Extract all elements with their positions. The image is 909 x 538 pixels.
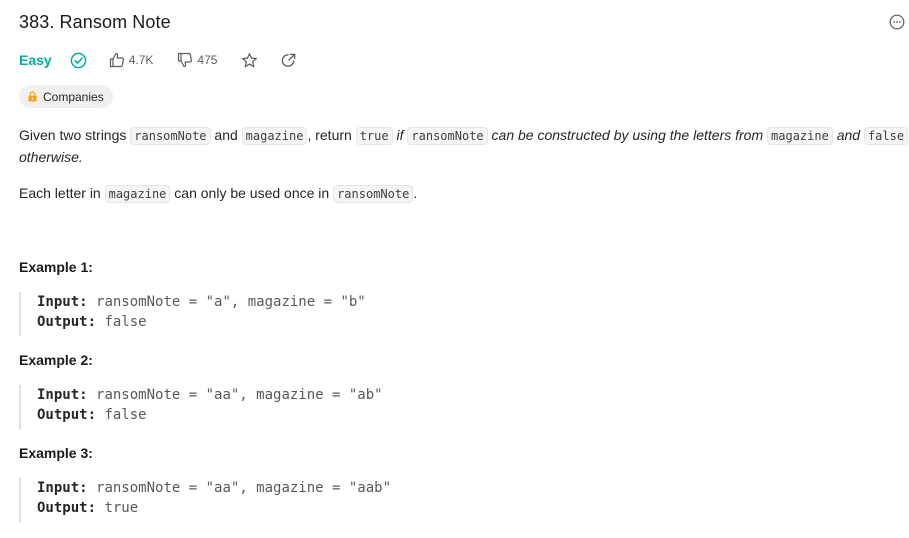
text: if — [392, 127, 408, 143]
problem-meta-row: Easy 4.7K 475 — [19, 50, 319, 70]
difficulty-badge: Easy — [19, 52, 52, 68]
output-value: false — [104, 407, 147, 423]
like-button[interactable]: 4.7K — [109, 52, 154, 68]
description-paragraph-2: Each letter in magazine can only be used… — [19, 182, 417, 205]
description-paragraph-1: Given two strings ransomNote and magazin… — [19, 124, 909, 147]
inline-code: false — [863, 127, 909, 145]
thumbs-up-icon — [109, 52, 124, 68]
star-icon — [242, 52, 258, 67]
favorite-button[interactable] — [241, 52, 258, 69]
example-heading: Example 1: — [19, 259, 93, 275]
output-label: Output: — [37, 314, 97, 330]
dislike-button[interactable]: 475 — [177, 52, 217, 68]
example-heading: Example 3: — [19, 445, 93, 461]
inline-code: magazine — [241, 127, 308, 145]
example-block: Input: ransomNote = "a", magazine = "b" … — [19, 292, 637, 336]
output-label: Output: — [37, 407, 97, 423]
text: , return — [307, 127, 356, 143]
like-count: 4.7K — [128, 53, 154, 67]
text: can be constructed by using the letters … — [487, 127, 768, 143]
output-value: false — [104, 314, 147, 330]
inline-code: true — [355, 127, 393, 145]
check-circle-icon — [70, 52, 87, 68]
more-options-button[interactable] — [889, 14, 905, 30]
inline-code: ransomNote — [333, 185, 414, 203]
text: Given two strings — [19, 127, 131, 143]
input-value: ransomNote = "a", magazine = "b" — [96, 294, 366, 310]
more-icon — [889, 14, 905, 30]
description-paragraph-1-cont: otherwise. — [19, 146, 83, 168]
inline-code: magazine — [104, 185, 171, 203]
input-value: ransomNote = "aa", magazine = "aab" — [96, 480, 392, 496]
companies-tag[interactable]: Companies — [19, 85, 113, 108]
text: and — [832, 127, 864, 143]
example-block: Input: ransomNote = "aa", magazine = "ab… — [19, 385, 637, 429]
share-icon — [282, 53, 296, 67]
dislike-count: 475 — [197, 53, 218, 67]
input-label: Input: — [37, 387, 88, 403]
inline-code: ransomNote — [407, 127, 488, 145]
example-block: Input: ransomNote = "aa", magazine = "aa… — [19, 478, 637, 522]
solved-status — [70, 52, 87, 69]
input-value: ransomNote = "aa", magazine = "ab" — [96, 387, 383, 403]
share-button[interactable] — [280, 52, 297, 69]
example-heading: Example 2: — [19, 352, 93, 368]
output-value: true — [104, 500, 139, 516]
inline-code: magazine — [767, 127, 833, 145]
text: Each letter in — [19, 185, 105, 201]
input-label: Input: — [37, 480, 88, 496]
input-label: Input: — [37, 294, 88, 310]
problem-title: 383. Ransom Note — [19, 12, 171, 32]
text: . — [413, 185, 418, 201]
text: and — [210, 127, 242, 143]
text: can only be used once in — [170, 185, 334, 201]
output-label: Output: — [37, 500, 97, 516]
text: otherwise. — [19, 149, 83, 165]
thumbs-down-icon — [178, 52, 193, 68]
inline-code: ransomNote — [130, 127, 211, 145]
lock-icon — [28, 91, 37, 102]
companies-tag-label: Companies — [43, 89, 104, 104]
